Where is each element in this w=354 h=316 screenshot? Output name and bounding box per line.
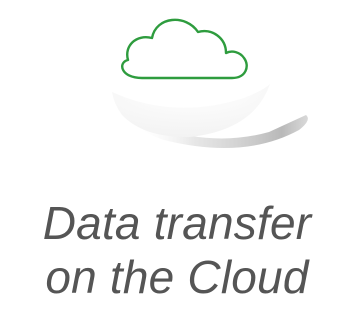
caption-line-2: on the Cloud	[45, 251, 309, 303]
cloud-outline	[121, 18, 248, 80]
icon-disc	[112, 84, 270, 138]
cloud-icon-container	[94, 0, 334, 160]
cloud-icon	[112, 18, 308, 148]
feature-caption: Data transfer on the Cloud	[0, 196, 354, 304]
feature-card: Data transfer on the Cloud	[0, 0, 354, 316]
caption-line-1: Data transfer	[42, 197, 312, 249]
